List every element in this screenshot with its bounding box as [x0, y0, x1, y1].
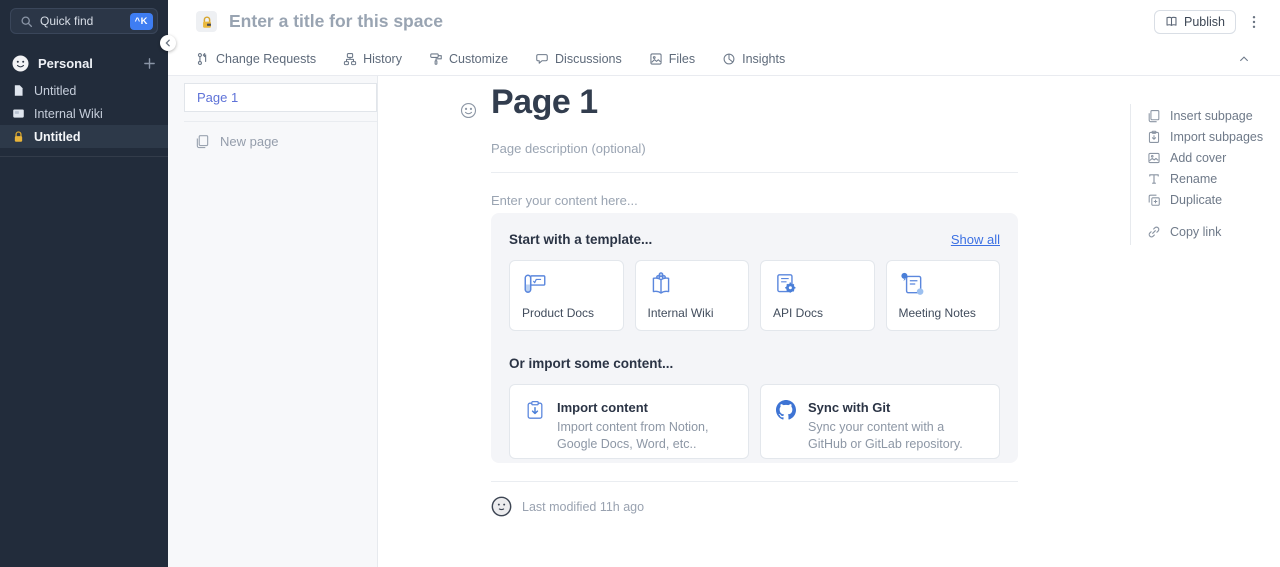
import-grid: Import content Import content from Notio…: [509, 384, 1000, 459]
more-options-button[interactable]: [1250, 13, 1258, 31]
internal-wiki-icon: [648, 271, 674, 297]
duplicate-action[interactable]: Duplicate: [1147, 189, 1267, 210]
user-avatar: [491, 496, 512, 517]
tab-discussions[interactable]: Discussions: [535, 52, 622, 66]
rename-text-icon: [1147, 172, 1161, 186]
chevron-left-icon: [164, 39, 172, 47]
meeting-notes-icon: [899, 271, 925, 297]
wiki-icon: [12, 107, 25, 120]
page-list-item-active[interactable]: Page 1: [184, 83, 377, 112]
github-icon: [776, 400, 796, 458]
tab-files[interactable]: Files: [649, 52, 695, 66]
quick-find-label: Quick find: [40, 14, 130, 28]
collapse-tabs-button[interactable]: [1236, 51, 1252, 67]
workspace-avatar: [12, 55, 29, 72]
insert-subpage-action[interactable]: Insert subpage: [1147, 105, 1267, 126]
footer-divider: [491, 481, 1018, 482]
image-icon: [649, 52, 663, 66]
workspace-switcher[interactable]: Personal: [0, 52, 168, 74]
emoji-picker-button[interactable]: [460, 102, 477, 119]
workspace-name: Personal: [38, 56, 143, 71]
pie-chart-icon: [722, 52, 736, 66]
pages-panel: Page 1 New page: [168, 76, 378, 567]
gitbook-space-editor: Quick find ^K Personal: [0, 0, 1280, 567]
sitemap-icon: [343, 52, 357, 66]
collapse-sidebar-button[interactable]: [160, 35, 176, 51]
last-modified-text: Last modified 11h ago: [522, 500, 644, 514]
tab-customize[interactable]: Customize: [429, 52, 508, 66]
import-content-title: Import content: [557, 400, 734, 415]
add-cover-action[interactable]: Add cover: [1147, 147, 1267, 168]
page-actions-menu: Insert subpage Import subpages Add cover: [1147, 105, 1267, 242]
smiley-icon: [460, 102, 477, 119]
publish-button[interactable]: Publish: [1154, 10, 1236, 34]
sidebar-item-untitled-2[interactable]: Untitled: [0, 125, 168, 148]
template-card-product-docs[interactable]: Product Docs: [509, 260, 624, 331]
space-list: Untitled Internal Wiki U: [0, 79, 168, 157]
template-grid: Product Docs Internal Wiki: [509, 260, 1000, 331]
page-icon: [12, 84, 25, 97]
pull-request-icon: [196, 52, 210, 66]
api-docs-icon: [773, 271, 799, 297]
copy-link-action[interactable]: Copy link: [1147, 221, 1267, 242]
template-card-internal-wiki[interactable]: Internal Wiki: [635, 260, 750, 331]
last-modified-row: Last modified 11h ago: [491, 496, 644, 517]
getting-started-box: Start with a template... Show all P: [491, 213, 1018, 463]
page-title[interactable]: Page 1: [491, 83, 598, 122]
sidebar-item-untitled-1[interactable]: Untitled: [0, 79, 168, 102]
chevron-up-icon: [1238, 53, 1250, 65]
content-placeholder[interactable]: Enter your content here...: [491, 193, 638, 208]
add-cover-image-icon: [1147, 151, 1161, 165]
duplicate-icon: [1147, 193, 1161, 207]
sync-with-git-description: Sync your content with a GitHub or GitLa…: [808, 419, 985, 453]
import-content-card[interactable]: Import content Import content from Notio…: [509, 384, 749, 459]
rename-action[interactable]: Rename: [1147, 168, 1267, 189]
workspace-sidebar: Quick find ^K Personal: [0, 0, 168, 567]
sidebar-item-internal-wiki[interactable]: Internal Wiki: [0, 102, 168, 125]
lock-icon: [200, 15, 214, 29]
template-card-api-docs[interactable]: API Docs: [760, 260, 875, 331]
search-icon: [20, 15, 33, 28]
quick-find-button[interactable]: Quick find ^K: [10, 8, 158, 34]
keyboard-shortcut-badge: ^K: [130, 13, 153, 30]
show-all-templates-link[interactable]: Show all: [951, 232, 1000, 247]
publish-book-icon: [1165, 15, 1178, 28]
actions-separator: [1130, 104, 1131, 245]
tab-change-requests[interactable]: Change Requests: [196, 52, 316, 66]
space-header: Enter a title for this space Publish: [168, 0, 1280, 43]
pages-separator: [184, 121, 377, 122]
stacked-pages-icon: [195, 134, 210, 149]
space-tabbar: Change Requests History Customize: [168, 43, 1280, 76]
import-content-description: Import content from Notion, Google Docs,…: [557, 419, 734, 453]
space-title-input[interactable]: Enter a title for this space: [229, 11, 1154, 32]
sidebar-separator: [0, 156, 168, 157]
add-space-button[interactable]: [143, 57, 156, 70]
template-section-heading: Start with a template...: [509, 232, 951, 247]
sync-with-git-card[interactable]: Sync with Git Sync your content with a G…: [760, 384, 1000, 459]
product-docs-icon: [522, 271, 548, 297]
copy-link-icon: [1147, 225, 1161, 239]
sync-with-git-title: Sync with Git: [808, 400, 985, 415]
template-card-meeting-notes[interactable]: Meeting Notes: [886, 260, 1001, 331]
import-section-heading: Or import some content...: [509, 356, 1000, 371]
import-subpages-icon: [1147, 130, 1161, 144]
import-clipboard-icon: [525, 400, 545, 458]
lock-icon: [12, 130, 25, 143]
import-subpages-action[interactable]: Import subpages: [1147, 126, 1267, 147]
tab-history[interactable]: History: [343, 52, 402, 66]
new-page-button[interactable]: New page: [168, 128, 378, 154]
editor-content: Page 1 Page description (optional) Enter…: [378, 76, 1280, 567]
paint-roller-icon: [429, 52, 443, 66]
insert-subpage-icon: [1147, 109, 1161, 123]
kebab-menu-icon: [1252, 15, 1256, 29]
chat-bubble-icon: [535, 52, 549, 66]
visibility-lock-chip[interactable]: [196, 11, 217, 32]
title-divider: [491, 172, 1018, 173]
page-description-input[interactable]: Page description (optional): [491, 141, 646, 156]
tab-insights[interactable]: Insights: [722, 52, 785, 66]
